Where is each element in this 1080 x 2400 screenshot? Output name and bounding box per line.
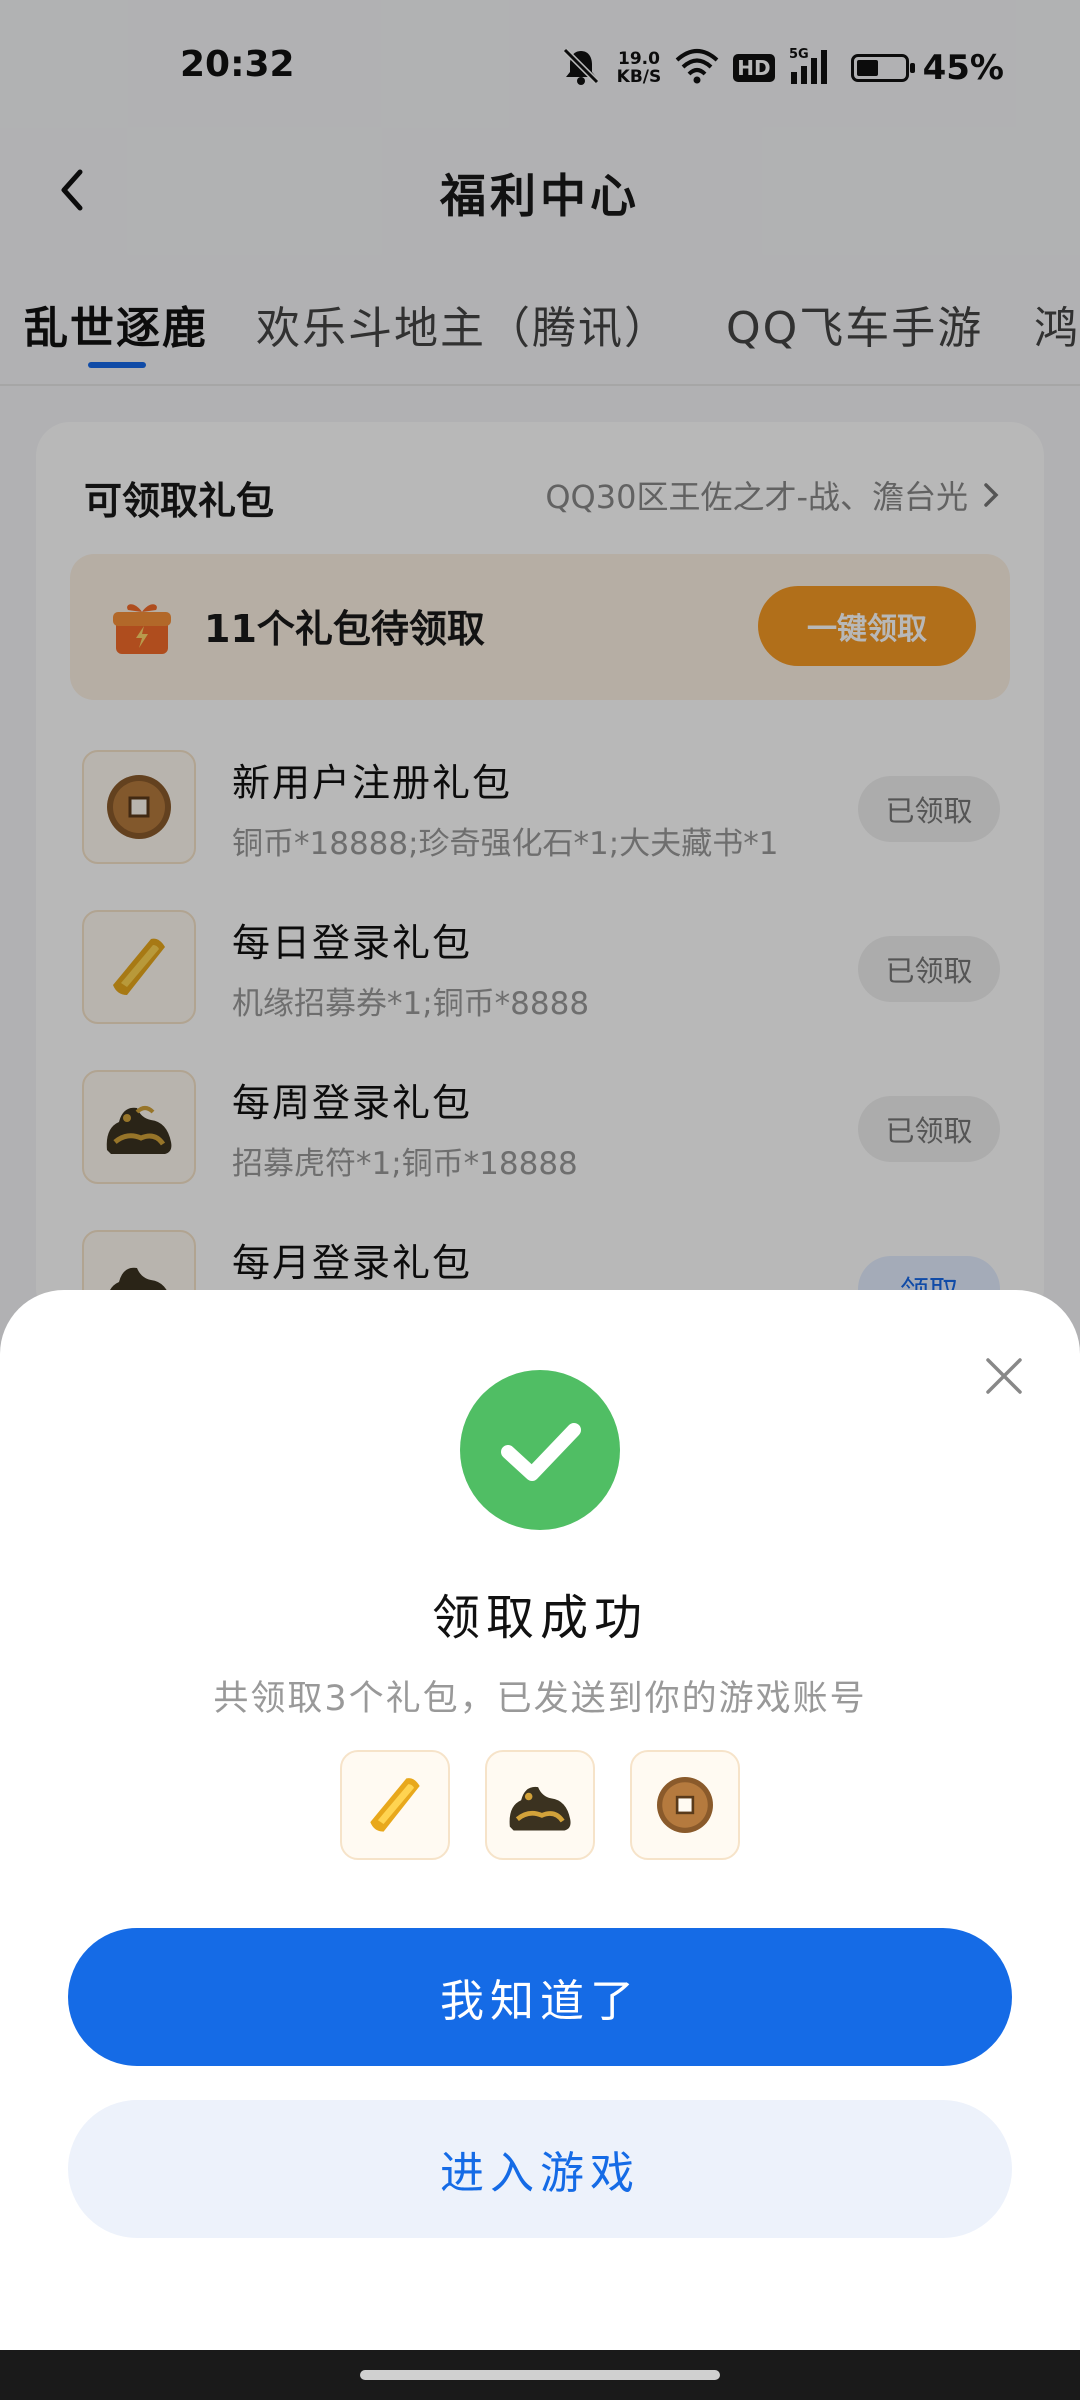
home-indicator[interactable] xyxy=(360,2370,720,2380)
system-nav-bar xyxy=(0,2350,1080,2400)
success-dialog: 领取成功 共领取3个礼包，已发送到你的游戏账号 我知道了 进入游戏 xyxy=(0,1290,1080,2350)
success-check-icon xyxy=(460,1370,620,1530)
reward-list xyxy=(340,1750,740,1860)
close-icon[interactable] xyxy=(980,1352,1028,1400)
bronze-tiger-icon xyxy=(485,1750,595,1860)
got-it-button[interactable]: 我知道了 xyxy=(68,1928,1012,2066)
dialog-title: 领取成功 xyxy=(431,1590,648,1646)
welfare-center-page: 20:32 19.0 KB/S HD 5G 45% 福利中心 乱世逐鹿 欢乐斗地… xyxy=(0,0,1080,2400)
enter-game-button[interactable]: 进入游戏 xyxy=(68,2100,1012,2238)
copper-coin-icon xyxy=(630,1750,740,1860)
dialog-subtitle: 共领取3个礼包，已发送到你的游戏账号 xyxy=(213,1679,867,1719)
gold-ticket-icon xyxy=(340,1750,450,1860)
